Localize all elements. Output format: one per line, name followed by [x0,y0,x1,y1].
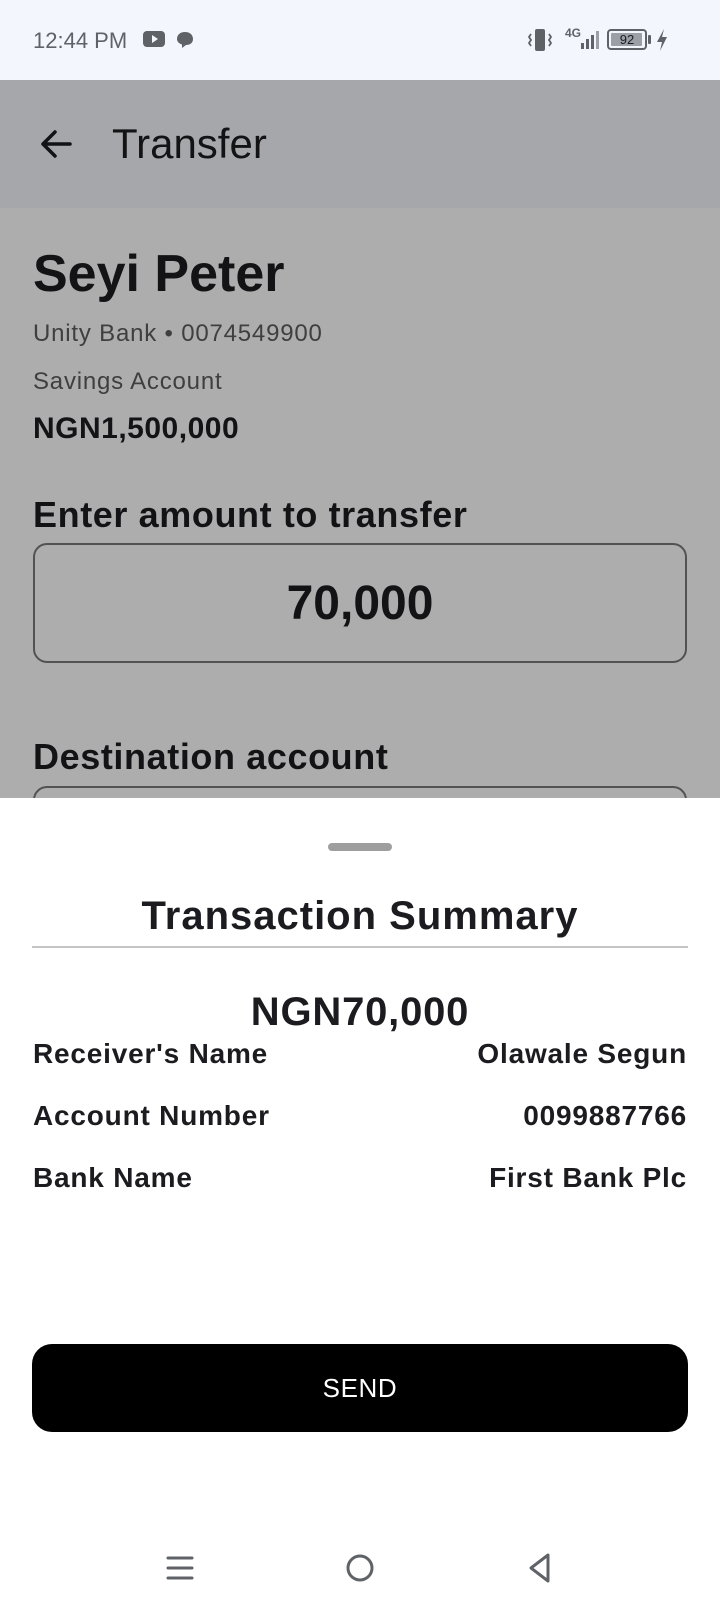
summary-amount: NGN70,000 [250,990,470,1034]
summary-row-account-number: Account Number 0099887766 [33,1096,687,1136]
transaction-summary-sheet: Transaction Summary NGN70,000 Receiver's… [0,798,720,1612]
summary-label: Account Number [33,1100,270,1131]
vibrate-icon [527,29,553,51]
summary-value: First Bank Plc [489,1162,687,1193]
summary-value: Olawale Segun [477,1038,687,1069]
back-triangle-icon[interactable] [520,1548,560,1588]
recents-icon[interactable] [160,1548,200,1588]
signal-icon [581,31,599,49]
chat-icon [177,32,193,48]
transfer-page: Transfer Seyi Peter Unity Bank • 0074549… [0,80,720,800]
home-icon[interactable] [340,1548,380,1588]
network-type: 4G [565,26,582,40]
title-divider [32,946,688,948]
summary-label: Bank Name [33,1162,193,1193]
summary-value: 0099887766 [523,1100,687,1131]
status-time: 12:44 PM [33,28,128,53]
status-bar: 12:44 PM 4G 92 [0,0,720,80]
modal-scrim[interactable] [0,80,720,800]
summary-label: Receiver's Name [33,1038,269,1069]
charging-icon [657,29,667,51]
send-button[interactable]: SEND [32,1344,688,1432]
battery-icon: 92 [607,29,647,50]
summary-row-receiver: Receiver's Name Olawale Segun [33,1034,687,1074]
sheet-title: Transaction Summary [141,894,579,938]
battery-tip [648,35,651,44]
sheet-drag-handle[interactable] [328,843,392,851]
summary-row-bank-name: Bank Name First Bank Plc [33,1158,687,1198]
youtube-icon [143,31,165,47]
system-nav-bar [0,1530,720,1612]
battery-level: 92 [619,32,635,47]
